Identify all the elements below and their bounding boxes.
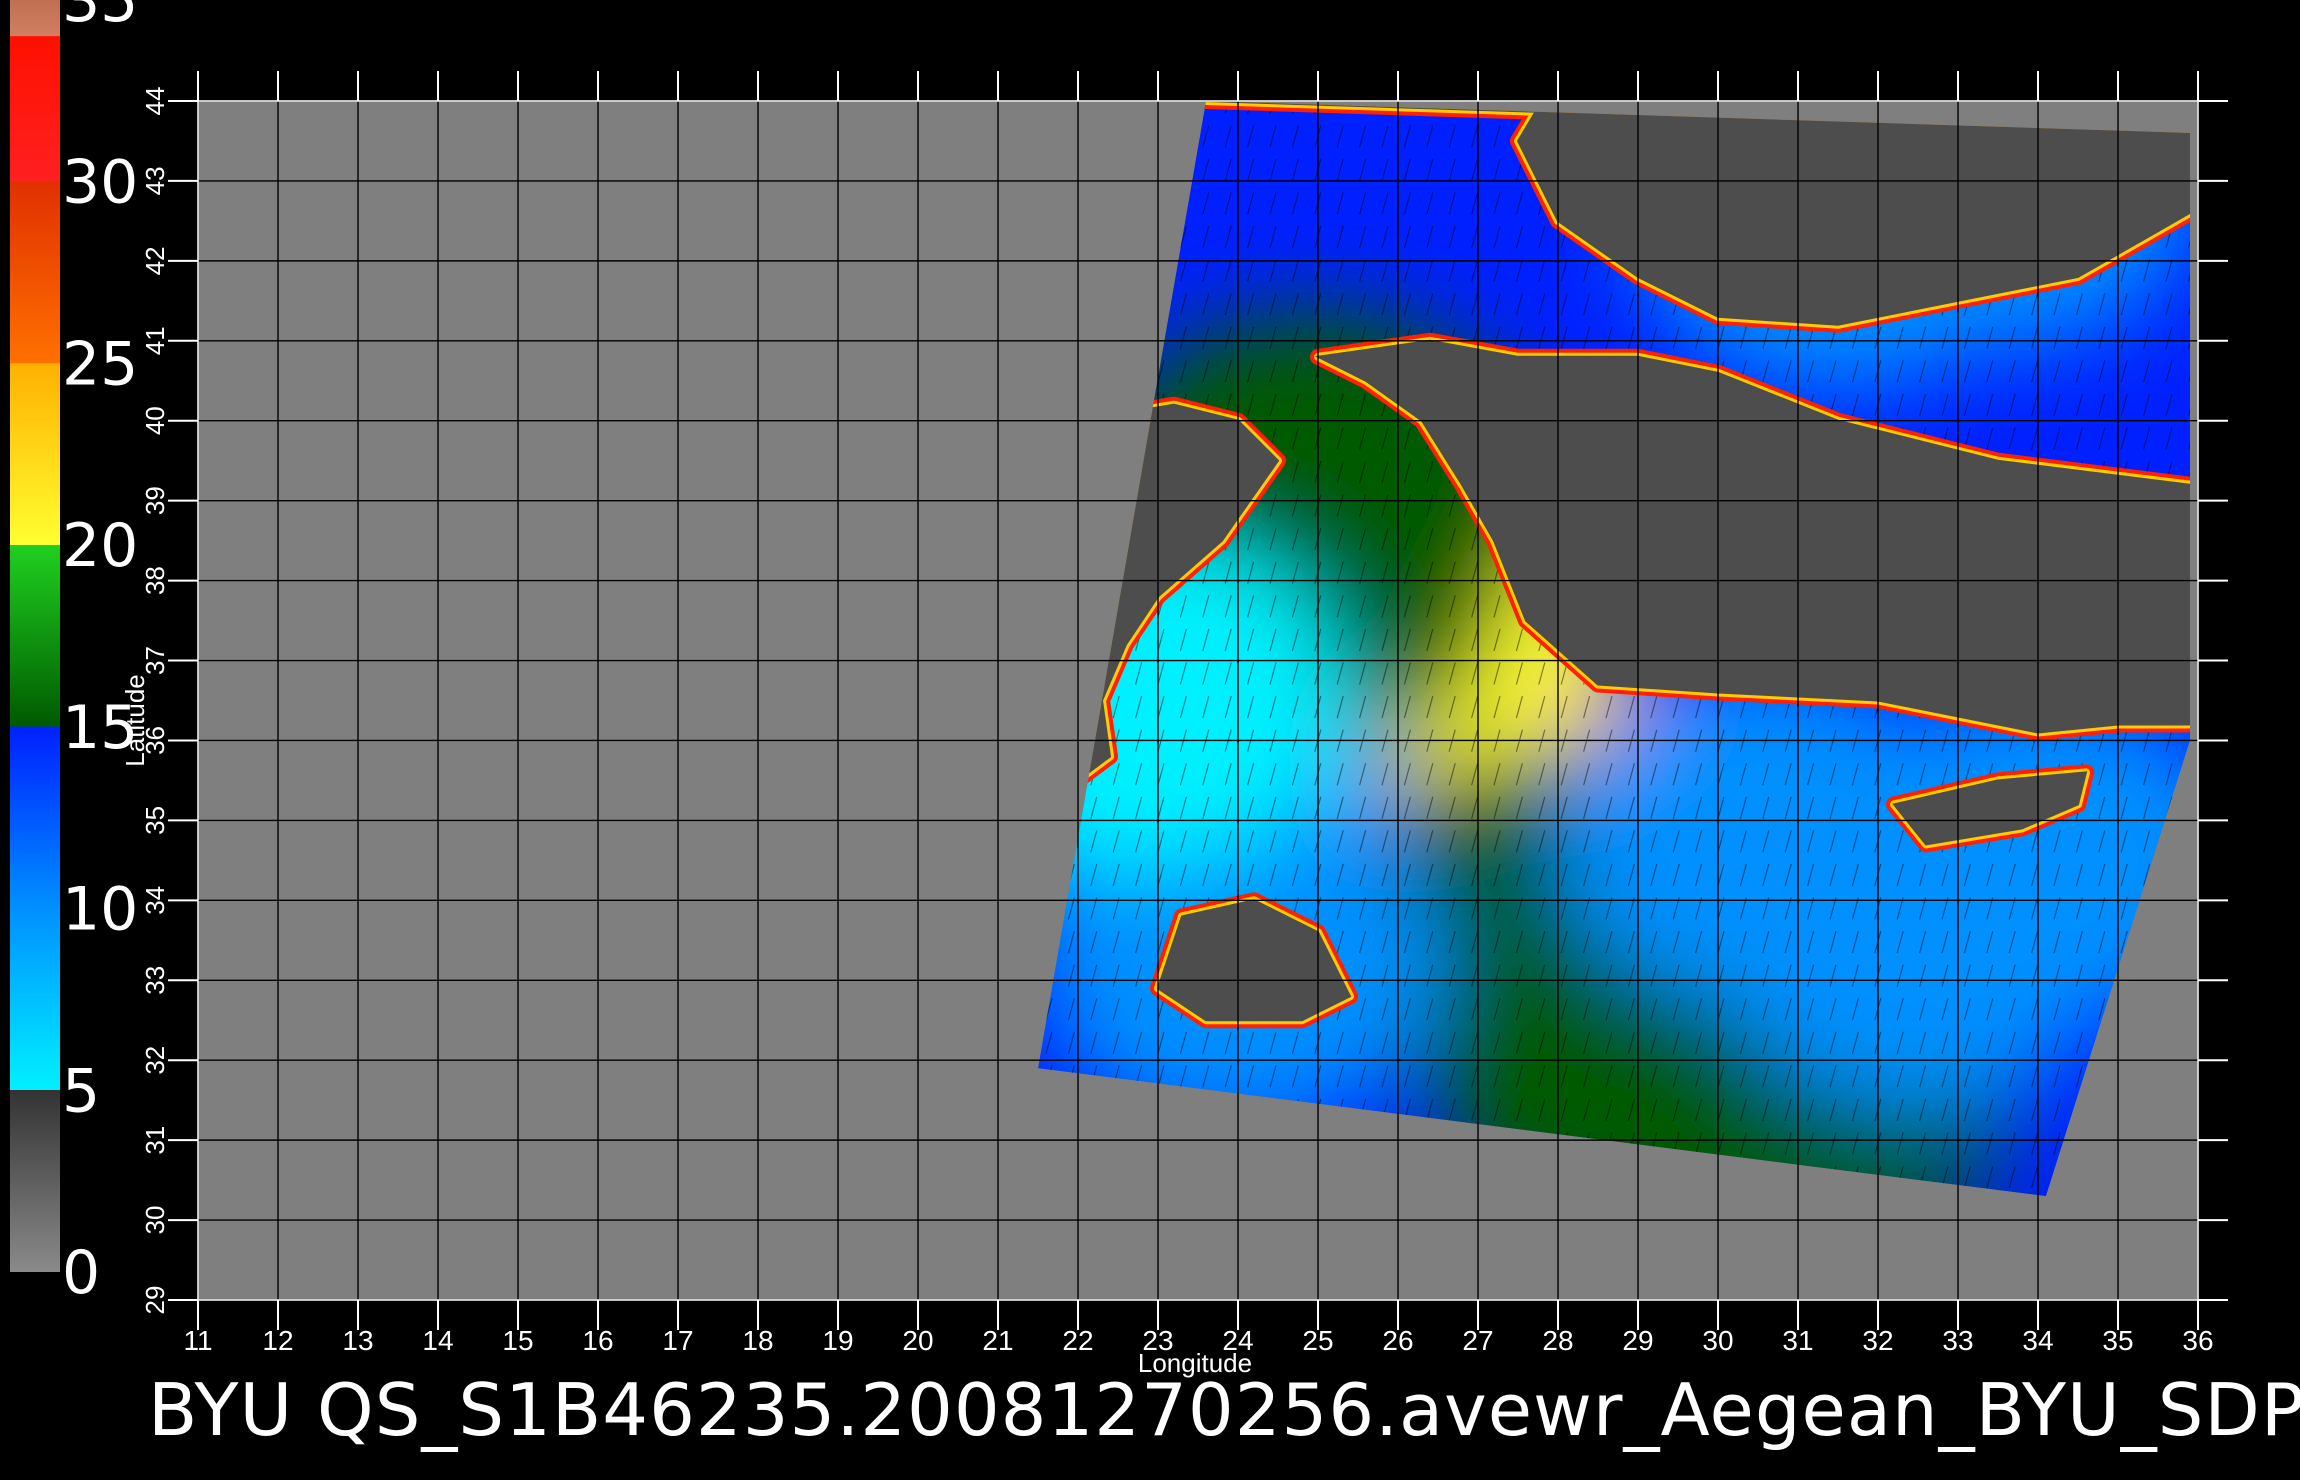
x-tick-label-15: 15 (502, 1325, 533, 1356)
y-tick-label-31: 31 (140, 1126, 170, 1155)
colorbar-label-35: 35 (62, 0, 138, 36)
x-tick-label-17: 17 (662, 1325, 693, 1356)
x-tick-label-12: 12 (262, 1325, 293, 1356)
x-tick-label-29: 29 (1622, 1325, 1653, 1356)
y-axis-label: Latitude (120, 674, 150, 767)
y-tick-label-35: 35 (140, 806, 170, 835)
wind-region-12 (1554, 666, 1962, 1007)
y-tick-label-37: 37 (140, 646, 170, 675)
scatterometer-wind-map: 05101520253035 11 12 13 14 15 16 17 18 19 20 21 22 2… (10, 0, 2228, 1378)
x-tick-label-19: 19 (822, 1325, 853, 1356)
x-tick-label-34: 34 (2022, 1325, 2053, 1356)
x-tick-label-32: 32 (1862, 1325, 1893, 1356)
map-plot (197, 100, 2199, 1301)
x-tick-label-27: 27 (1462, 1325, 1493, 1356)
colorbar-gradient (10, 0, 60, 1272)
y-tick-label-30: 30 (140, 1206, 170, 1235)
x-tick-label-20: 20 (902, 1325, 933, 1356)
x-tick-label-35: 35 (2102, 1325, 2133, 1356)
y-tick-label-29: 29 (140, 1286, 170, 1315)
y-tick-label-38: 38 (140, 566, 170, 595)
y-tick-label-32: 32 (140, 1046, 170, 1075)
y-tick-label-42: 42 (140, 246, 170, 275)
x-tick-label-16: 16 (582, 1325, 613, 1356)
x-tick-label-25: 25 (1302, 1325, 1333, 1356)
x-tick-label-36: 36 (2182, 1325, 2213, 1356)
colorbar-label-10: 10 (62, 875, 138, 945)
x-tick-label-30: 30 (1702, 1325, 1733, 1356)
x-tick-label-18: 18 (742, 1325, 773, 1356)
x-tick-label-11: 11 (183, 1325, 212, 1356)
x-tick-label-13: 13 (342, 1325, 373, 1356)
x-tick-label-33: 33 (1942, 1325, 1973, 1356)
y-tick-label-39: 39 (140, 486, 170, 515)
x-tick-label-14: 14 (422, 1325, 453, 1356)
y-tick-label-33: 33 (140, 966, 170, 995)
colorbar-label-25: 25 (62, 329, 138, 399)
y-tick-label-43: 43 (140, 166, 170, 195)
product-caption: BYU QS_S1B46235.20081270256.avewr_Aegean… (148, 1368, 2300, 1452)
colorbar-label-5: 5 (62, 1056, 100, 1126)
x-tick-label-21: 21 (982, 1325, 1013, 1356)
colorbar-label-0: 0 (62, 1238, 100, 1308)
y-tick-label-34: 34 (140, 886, 170, 915)
y-tick-label-40: 40 (140, 406, 170, 435)
x-tick-label-26: 26 (1382, 1325, 1413, 1356)
colorbar-label-30: 30 (62, 148, 138, 218)
y-tick-label-44: 44 (140, 87, 170, 116)
x-tick-label-28: 28 (1542, 1325, 1573, 1356)
colorbar-label-20: 20 (62, 511, 138, 581)
colorbar: 05101520253035 (10, 0, 138, 1308)
x-tick-label-22: 22 (1062, 1325, 1093, 1356)
y-tick-label-41: 41 (140, 326, 170, 355)
x-tick-label-31: 31 (1782, 1325, 1813, 1356)
